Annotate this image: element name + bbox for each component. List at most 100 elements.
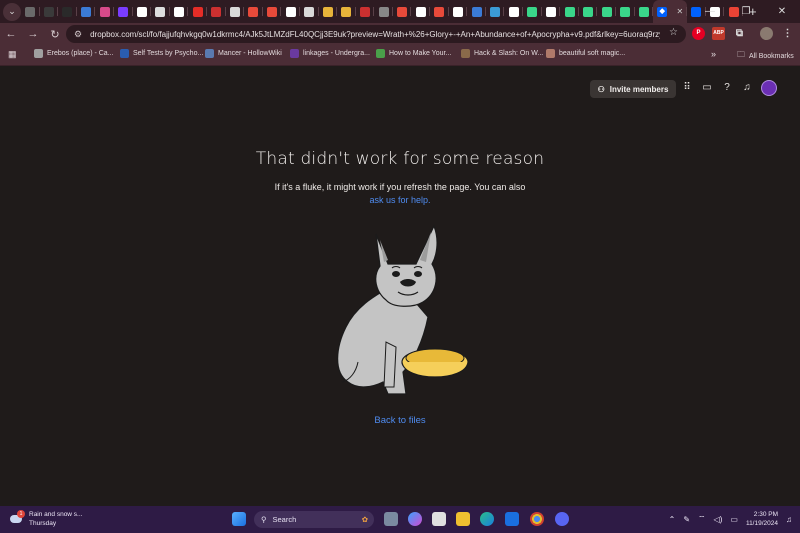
- tab[interactable]: [244, 0, 263, 23]
- bell-icon[interactable]: ♫: [740, 81, 754, 95]
- google-icon: [174, 6, 185, 17]
- bookmark-item[interactable]: Mancer - HollowWiki: [205, 49, 282, 58]
- tab[interactable]: [597, 0, 616, 23]
- tab[interactable]: [226, 0, 245, 23]
- error-title: That didn't work for some reason: [255, 149, 545, 169]
- extensions-icon[interactable]: ⧉: [733, 27, 746, 40]
- store-icon[interactable]: [432, 512, 446, 526]
- site-icon: [378, 6, 389, 17]
- windows-start-icon[interactable]: [232, 512, 246, 526]
- chrome-taskbar-icon[interactable]: [530, 512, 544, 526]
- minimize-button[interactable]: —: [692, 0, 728, 23]
- tab[interactable]: [486, 0, 505, 23]
- outlook-icon[interactable]: [505, 512, 519, 526]
- bookmark-item[interactable]: How to Make Your...: [376, 49, 451, 58]
- tab[interactable]: [337, 0, 356, 23]
- profile-icon[interactable]: [760, 27, 773, 40]
- bookmark-item[interactable]: beautiful soft magic...: [546, 49, 625, 58]
- tab[interactable]: [356, 0, 375, 23]
- back-icon[interactable]: ←: [0, 28, 22, 40]
- site-icon: [490, 6, 501, 17]
- bookmark-item[interactable]: linkages - Undergra...: [290, 49, 370, 58]
- ask-for-help-link[interactable]: ask us for help.: [369, 195, 430, 205]
- tab[interactable]: [635, 0, 654, 23]
- file-explorer-icon[interactable]: [456, 512, 470, 526]
- copilot-icon[interactable]: [408, 512, 422, 526]
- tab[interactable]: [411, 0, 430, 23]
- tab[interactable]: [188, 0, 207, 23]
- bookmarks-overflow-button[interactable]: »: [711, 49, 716, 59]
- tab[interactable]: [467, 0, 486, 23]
- tab[interactable]: [300, 0, 319, 23]
- tab[interactable]: [263, 0, 282, 23]
- weather-day: Thursday: [29, 520, 57, 527]
- wifi-icon[interactable]: ⌔: [698, 514, 706, 524]
- tab[interactable]: [374, 0, 393, 23]
- bookmark-item[interactable]: Self Tests by Psycho...: [120, 49, 203, 58]
- task-view-icon[interactable]: [384, 512, 398, 526]
- q-icon: [81, 6, 92, 17]
- close-window-button[interactable]: ✕: [764, 0, 800, 23]
- tab-search-button[interactable]: ⌄: [3, 2, 21, 21]
- notification-bell-icon[interactable]: ♫: [786, 515, 792, 524]
- feedback-icon[interactable]: ▭: [700, 81, 714, 95]
- tab[interactable]: [77, 0, 96, 23]
- help-icon[interactable]: ?: [720, 81, 734, 95]
- battery-icon[interactable]: ▭: [730, 515, 738, 524]
- adblock-icon[interactable]: ABP: [712, 27, 725, 40]
- url-text[interactable]: dropbox.com/scl/fo/fajjufqhvkgq0w1dkrmc4…: [90, 30, 660, 39]
- reload-icon[interactable]: ↻: [44, 28, 66, 41]
- site-icon: [211, 6, 222, 17]
- tab[interactable]: [542, 0, 561, 23]
- back-to-files-link[interactable]: Back to files: [0, 415, 800, 426]
- clock[interactable]: 2:30 PM 11/19/2024: [746, 510, 778, 528]
- invite-members-button[interactable]: ⚇ Invite members: [590, 80, 676, 98]
- menu-icon[interactable]: ⋮: [781, 27, 794, 40]
- bookmark-item[interactable]: Erebos (place) - Ca...: [34, 49, 114, 58]
- weather-alert-badge: 1: [17, 509, 25, 518]
- maximize-button[interactable]: ❐: [728, 0, 764, 23]
- edge-icon[interactable]: [480, 512, 494, 526]
- apps-icon[interactable]: ▦: [8, 49, 17, 60]
- search-icon: ⚲: [261, 515, 267, 524]
- weather-widget[interactable]: 1 Rain and snow s... Thursday: [10, 509, 82, 528]
- tab[interactable]: [40, 0, 59, 23]
- google-icon: [508, 6, 519, 17]
- tab[interactable]: [430, 0, 449, 23]
- site-info-icon[interactable]: ⚙: [74, 29, 82, 40]
- tab[interactable]: [58, 0, 77, 23]
- search-label: Search: [272, 515, 297, 524]
- address-bar[interactable]: ⚙ dropbox.com/scl/fo/fajjufqhvkgq0w1dkrm…: [66, 25, 686, 43]
- tab[interactable]: [393, 0, 412, 23]
- tab[interactable]: [281, 0, 300, 23]
- pinterest-icon[interactable]: P: [692, 27, 705, 40]
- bolt-icon: [564, 6, 575, 17]
- tab[interactable]: [170, 0, 189, 23]
- tab-active[interactable]: ◆ ✕: [653, 0, 688, 23]
- chevron-up-icon[interactable]: ⌃: [669, 515, 676, 524]
- tab[interactable]: [207, 0, 226, 23]
- tab[interactable]: [579, 0, 598, 23]
- tab[interactable]: [151, 0, 170, 23]
- tab[interactable]: [449, 0, 468, 23]
- tab[interactable]: [616, 0, 635, 23]
- tab[interactable]: [133, 0, 152, 23]
- tab[interactable]: [21, 0, 40, 23]
- volume-icon[interactable]: ◁): [714, 515, 723, 524]
- bookmark-star-icon[interactable]: ☆: [669, 27, 678, 38]
- close-tab-icon[interactable]: ✕: [676, 7, 683, 16]
- tab[interactable]: [95, 0, 114, 23]
- avatar[interactable]: [761, 80, 777, 96]
- bookmark-item[interactable]: Hack & Slash: On W...: [461, 49, 543, 58]
- tab[interactable]: [114, 0, 133, 23]
- tab[interactable]: [523, 0, 542, 23]
- tab[interactable]: [560, 0, 579, 23]
- tab[interactable]: [504, 0, 523, 23]
- pen-icon[interactable]: ✎: [683, 515, 690, 524]
- app-grid-icon[interactable]: ⠿: [680, 81, 694, 95]
- tab[interactable]: [319, 0, 338, 23]
- all-bookmarks-button[interactable]: 🗀 All Bookmarks: [737, 49, 794, 63]
- discord-icon[interactable]: [555, 512, 569, 526]
- forward-icon[interactable]: →: [22, 28, 44, 40]
- taskbar-search[interactable]: ⚲ Search ✿: [254, 511, 374, 528]
